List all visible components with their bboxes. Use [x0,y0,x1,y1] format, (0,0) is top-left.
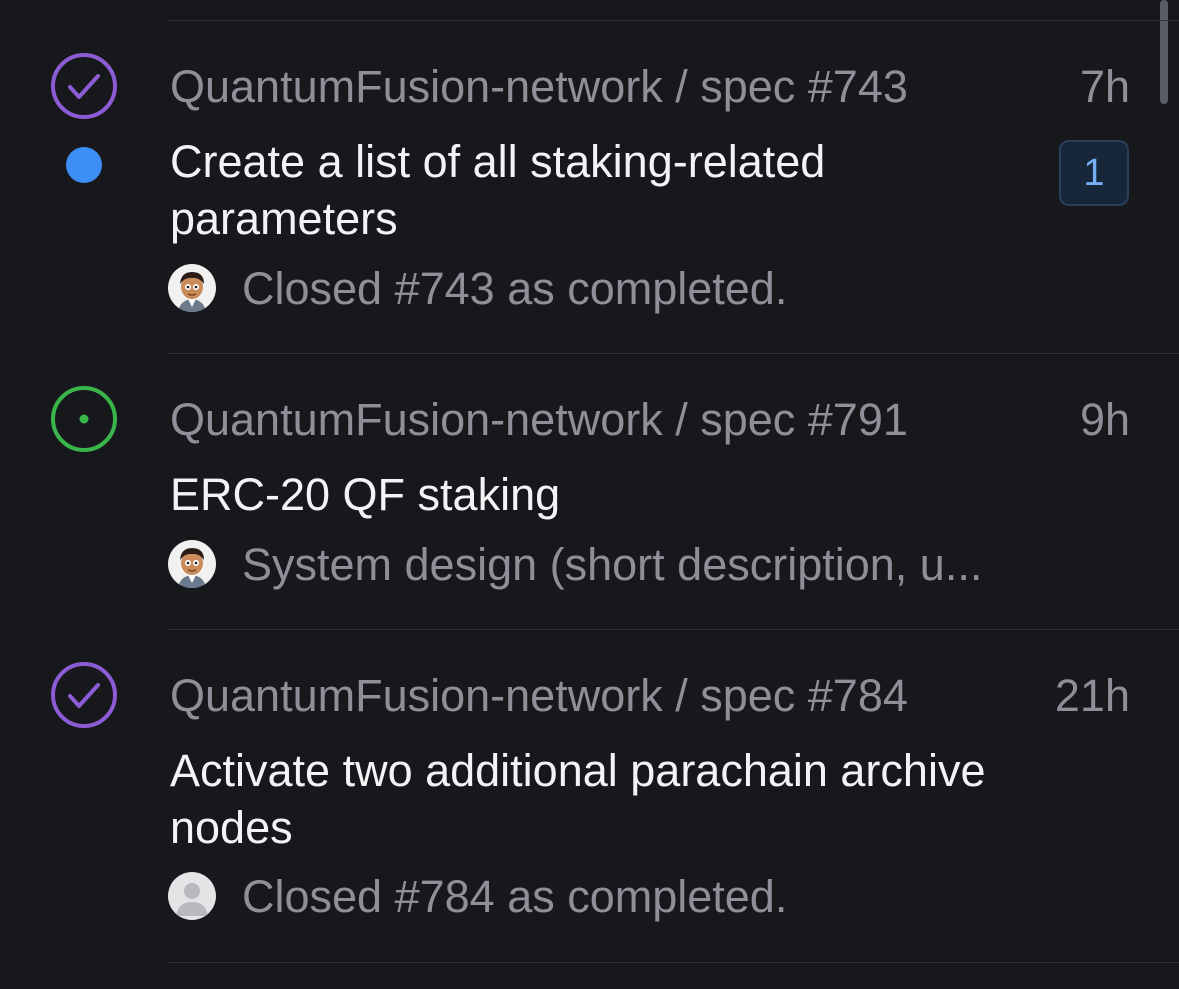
notification-title: Create a list of all staking-related par… [170,136,826,244]
timestamp: 7h [1079,61,1130,112]
default-avatar-icon [168,872,216,920]
list-divider [168,629,1179,630]
notification-snippet: Closed #784 as completed. [242,871,788,922]
timestamp: 9h [1079,394,1130,445]
avatar [168,264,216,312]
check-circle-icon [51,53,117,119]
repo-label: QuantumFusion-network / spec #784 [170,670,908,721]
repo-label: QuantumFusion-network / spec #791 [170,394,908,445]
check-circle-icon [51,662,117,728]
avatar [168,540,216,588]
unread-indicator [66,147,102,183]
notification-snippet: Closed #743 as completed. [242,263,788,314]
cartoon-avatar-icon [168,264,216,312]
list-divider [168,20,1179,21]
comment-count-badge: 1 [1059,140,1129,206]
scrollbar[interactable] [1160,0,1168,104]
avatar [168,872,216,920]
list-divider [168,962,1179,963]
open-issue-icon [51,386,117,452]
cartoon-avatar-icon [168,540,216,588]
timestamp: 21h [1054,670,1130,721]
notification-title: ERC-20 QF staking [170,469,561,520]
notification-snippet: System design (short description, u... [242,539,983,590]
repo-label: QuantumFusion-network / spec #743 [170,61,908,112]
notifications-list: QuantumFusion-network / spec #743 7h Cre… [0,0,1179,989]
notification-title: Activate two additional parachain archiv… [170,745,986,853]
list-divider [168,353,1179,354]
